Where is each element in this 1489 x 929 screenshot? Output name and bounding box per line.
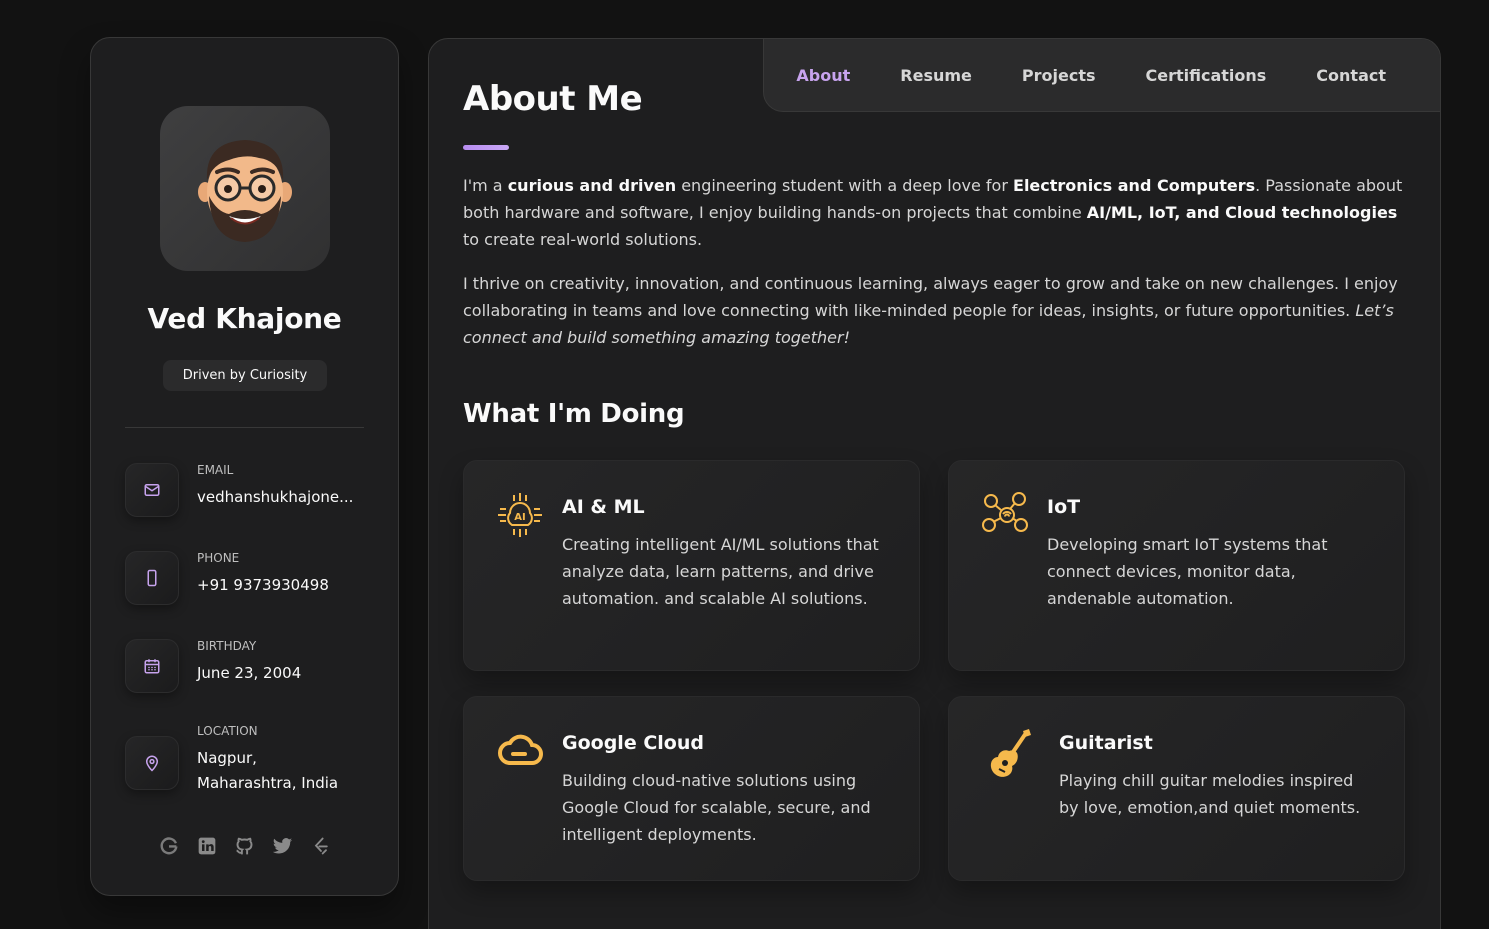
service-text: Building cloud-native solutions using Go… bbox=[562, 771, 871, 844]
service-title: AI & ML bbox=[562, 496, 645, 518]
iot-network-icon bbox=[981, 491, 1029, 539]
profile-tagline: Driven by Curiosity bbox=[163, 360, 327, 391]
calendar-icon bbox=[125, 639, 179, 693]
nav-contact[interactable]: Contact bbox=[1316, 66, 1386, 85]
service-title: Google Cloud bbox=[562, 732, 704, 754]
contact-label: LOCATION bbox=[197, 724, 258, 738]
svg-text:AI: AI bbox=[514, 512, 525, 523]
email-link[interactable]: vedhanshukhajone... bbox=[197, 485, 375, 510]
linkedin-icon[interactable] bbox=[196, 835, 218, 857]
nav-about[interactable]: About bbox=[796, 66, 850, 85]
about-paragraph-2: I thrive on creativity, innovation, and … bbox=[463, 274, 1398, 347]
service-card-guitarist: Guitarist Playing chill guitar melodies … bbox=[948, 696, 1405, 881]
memoji-avatar-icon bbox=[198, 139, 292, 242]
nav-projects[interactable]: Projects bbox=[1022, 66, 1096, 85]
guitar-icon bbox=[989, 727, 1037, 777]
service-title: Guitarist bbox=[1059, 732, 1153, 754]
service-text: Developing smart IoT systems that connec… bbox=[1047, 535, 1328, 608]
contact-label: EMAIL bbox=[197, 463, 234, 477]
ai-chip-icon: AI bbox=[496, 491, 544, 539]
phone-icon bbox=[125, 551, 179, 605]
about-text: I'm a curious and driven engineering stu… bbox=[463, 172, 1408, 368]
contact-label: PHONE bbox=[197, 551, 240, 565]
leetcode-icon[interactable] bbox=[310, 835, 332, 857]
main-content: About Resume Projects Certifications Con… bbox=[428, 38, 1441, 929]
title-underline bbox=[463, 145, 509, 150]
github-icon[interactable] bbox=[234, 835, 256, 857]
social-links bbox=[91, 835, 398, 857]
about-paragraph-1: I'm a curious and driven engineering stu… bbox=[463, 176, 1403, 249]
nav-certifications[interactable]: Certifications bbox=[1146, 66, 1267, 85]
service-text: Playing chill guitar melodies inspired b… bbox=[1059, 771, 1361, 817]
twitter-icon[interactable] bbox=[272, 835, 294, 857]
service-card-ai-ml: AI AI & ML Creating intelligent AI/ML so… bbox=[463, 460, 920, 671]
location-pin-icon bbox=[125, 736, 179, 790]
page-title: About Me bbox=[463, 79, 643, 119]
section-title-doing: What I'm Doing bbox=[463, 399, 685, 429]
service-card-google-cloud: Google Cloud Building cloud-native solut… bbox=[463, 696, 920, 881]
profile-sidebar: Ved Khajone Driven by Curiosity EMAIL ve… bbox=[90, 37, 399, 896]
cloud-icon bbox=[496, 727, 544, 775]
google-icon[interactable] bbox=[158, 835, 180, 857]
contact-label: BIRTHDAY bbox=[197, 639, 257, 653]
service-card-iot: IoT Developing smart IoT systems that co… bbox=[948, 460, 1405, 671]
location-value: Nagpur, Maharashtra, India bbox=[197, 749, 339, 792]
mail-icon bbox=[125, 463, 179, 517]
sidebar-divider bbox=[125, 427, 364, 428]
phone-link[interactable]: +91 9373930498 bbox=[197, 573, 375, 598]
birthday-value: June 23, 2004 bbox=[197, 664, 302, 682]
nav-resume[interactable]: Resume bbox=[900, 66, 972, 85]
service-text: Creating intelligent AI/ML solutions tha… bbox=[562, 535, 879, 608]
profile-name: Ved Khajone bbox=[147, 302, 342, 335]
navbar: About Resume Projects Certifications Con… bbox=[763, 39, 1440, 112]
service-title: IoT bbox=[1047, 496, 1081, 518]
avatar bbox=[160, 106, 330, 271]
